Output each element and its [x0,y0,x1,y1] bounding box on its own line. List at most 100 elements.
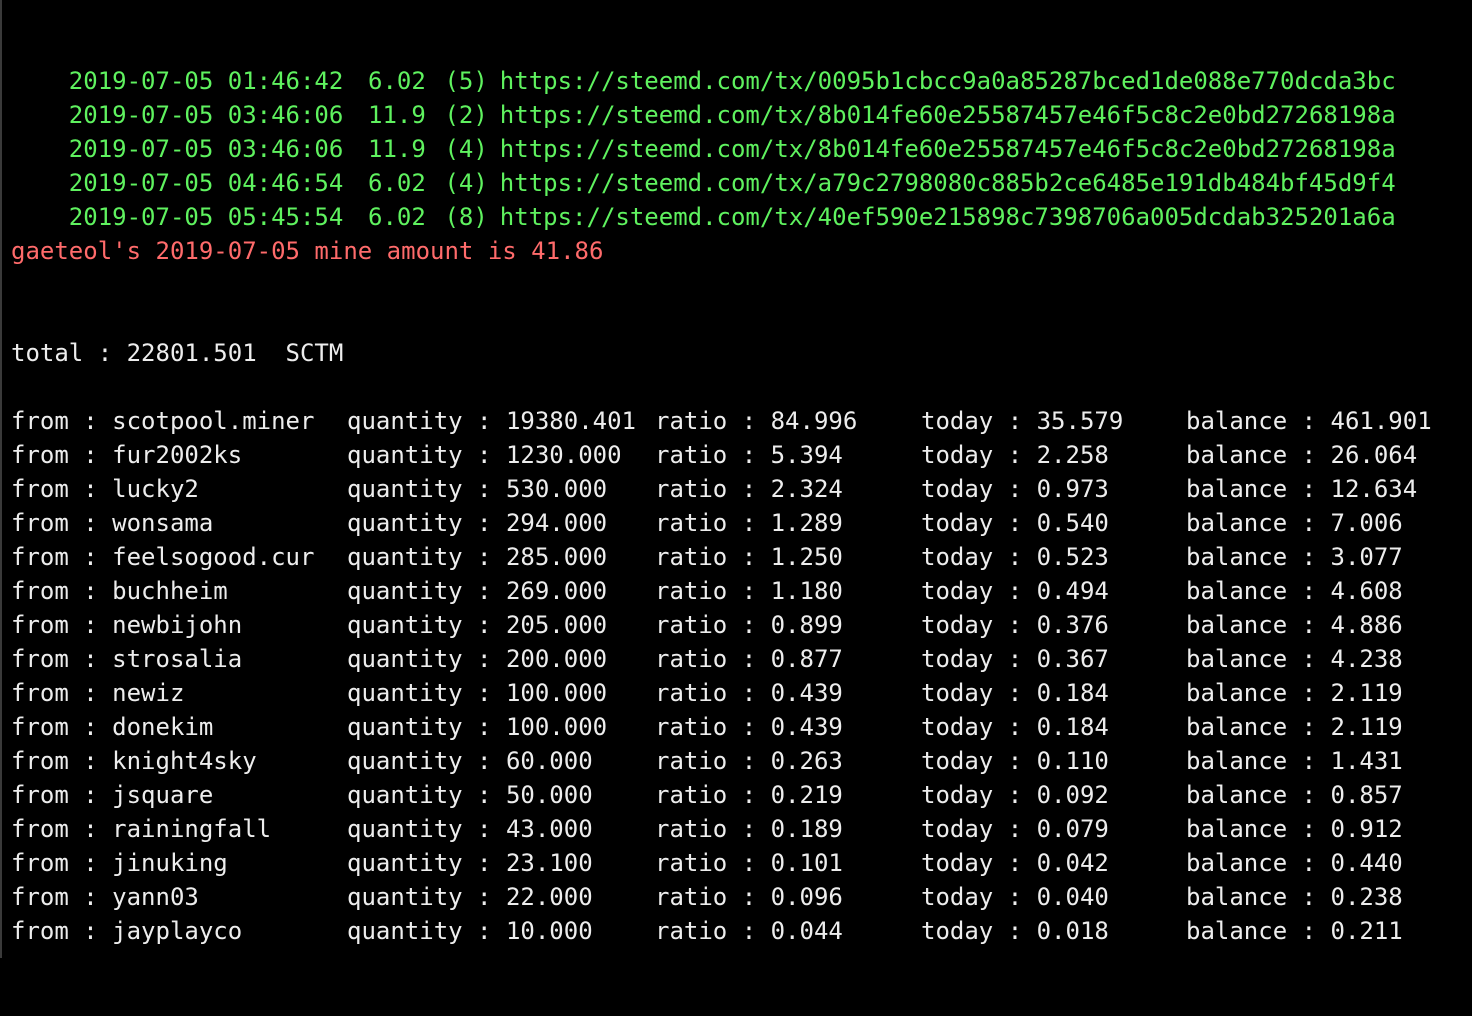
transaction-amount: 6.02 [368,203,426,231]
from-cell: from : jayplayco [11,917,243,945]
balance-cell: balance : 0.912 [1186,815,1403,843]
table-row: from : jinuking quantity : 23.100 ratio : … [11,846,1403,880]
balance-cell: balance : 0.440 [1186,849,1403,877]
today-cell: today : 0.184 [921,679,1109,707]
ratio-cell: ratio : 0.877 [655,645,843,673]
today-cell: today : 2.258 [921,441,1109,469]
transaction-link[interactable]: https://steemd.com/tx/40ef590e215898c739… [500,200,1396,234]
ratio-cell: ratio : 0.899 [655,611,843,639]
from-cell: from : newiz [11,679,185,707]
quantity-cell: quantity : 100.000 [347,713,608,741]
from-cell: from : wonsama [11,509,214,537]
quantity-cell: quantity : 43.000 [347,815,593,843]
quantity-cell: quantity : 60.000 [347,747,593,775]
quantity-cell: quantity : 100.000 [347,679,608,707]
balance-cell: balance : 4.238 [1186,645,1403,673]
quantity-cell: quantity : 269.000 [347,577,608,605]
from-cell: from : jsquare [11,781,214,809]
quantity-cell: quantity : 1230.000 [347,441,622,469]
balance-cell: balance : 0.238 [1186,883,1403,911]
quantity-cell: quantity : 200.000 [347,645,608,673]
ratio-cell: ratio : 1.250 [655,543,843,571]
table-row: from : fur2002ks quantity : 1230.000 ratio… [11,438,1417,472]
transaction-line: 2019-07-05 03:46:06 11.9 (2) https://steemd… [11,64,1396,129]
quantity-cell: quantity : 50.000 [347,781,593,809]
balance-cell: balance : 0.211 [1186,917,1403,945]
from-cell: from : feelsogood.cur [11,543,315,571]
table-row: from : jsquare quantity : 50.000 ratio : 0… [11,778,1403,812]
balance-cell: balance : 4.608 [1186,577,1403,605]
balance-cell: balance : 461.901 [1186,407,1432,435]
table-row: from : feelsogood.cur quantity : 285.000 r… [11,540,1403,574]
balance-cell: balance : 0.857 [1186,781,1403,809]
from-cell: from : donekim [11,713,214,741]
table-row: from : buchheim quantity : 269.000 ratio :… [11,574,1403,608]
table-row: from : newbijohn quantity : 205.000 ratio … [11,608,1403,642]
mine-amount-summary: gaeteol's 2019-07-05 mine amount is 41.8… [11,237,604,265]
today-cell: today : 0.973 [921,475,1109,503]
ratio-cell: ratio : 0.439 [655,679,843,707]
today-cell: today : 0.018 [921,917,1109,945]
ratio-cell: ratio : 0.044 [655,917,843,945]
table-row: from : lucky2 quantity : 530.000 ratio : 2… [11,472,1417,506]
balance-cell: balance : 26.064 [1186,441,1418,469]
ratio-cell: ratio : 2.324 [655,475,843,503]
ratio-cell: ratio : 0.101 [655,849,843,877]
transaction-line: 2019-07-05 01:46:42 6.02 (5) https://steemd… [11,30,1396,95]
quantity-cell: quantity : 19380.401 [347,407,636,435]
transaction-time: 2019-07-05 05:45:54 [68,203,344,231]
today-cell: today : 0.540 [921,509,1109,537]
ratio-cell: ratio : 0.439 [655,713,843,741]
quantity-cell: quantity : 530.000 [347,475,608,503]
from-cell: from : scotpool.miner [11,407,315,435]
ratio-cell: ratio : 0.189 [655,815,843,843]
quantity-cell: quantity : 22.000 [347,883,593,911]
ratio-cell: ratio : 1.289 [655,509,843,537]
table-row: from : newiz quantity : 100.000 ratio : 0.… [11,676,1403,710]
balance-cell: balance : 7.006 [1186,509,1403,537]
balance-cell: balance : 2.119 [1186,713,1403,741]
today-cell: today : 0.079 [921,815,1109,843]
table-row: from : yann03 quantity : 22.000 ratio : 0.… [11,880,1403,914]
balance-cell: balance : 12.634 [1186,475,1418,503]
today-cell: today : 0.040 [921,883,1109,911]
balance-cell: balance : 2.119 [1186,679,1403,707]
transaction-line: 2019-07-05 04:46:54 6.02 (4) https://steemd… [11,132,1396,197]
ratio-cell: ratio : 0.096 [655,883,843,911]
table-row: from : donekim quantity : 100.000 ratio : … [11,710,1403,744]
table-row: from : wonsama quantity : 294.000 ratio : … [11,506,1403,540]
quantity-cell: quantity : 294.000 [347,509,608,537]
today-cell: today : 0.184 [921,713,1109,741]
balance-cell: balance : 1.431 [1186,747,1403,775]
ratio-cell: ratio : 5.394 [655,441,843,469]
terminal-window: 2019-07-05 01:46:42 6.02 (5) https://steemd… [0,0,1472,958]
table-row: from : rainingfall quantity : 43.000 ratio… [11,812,1403,846]
transaction-line: 2019-07-05 03:46:06 11.9 (4) https://steemd… [11,98,1396,163]
ratio-cell: ratio : 1.180 [655,577,843,605]
today-cell: today : 0.494 [921,577,1109,605]
from-cell: from : jinuking [11,849,228,877]
quantity-cell: quantity : 205.000 [347,611,608,639]
today-cell: today : 35.579 [921,407,1124,435]
from-cell: from : lucky2 [11,475,199,503]
from-cell: from : fur2002ks [11,441,243,469]
today-cell: today : 0.367 [921,645,1109,673]
today-cell: today : 0.110 [921,747,1109,775]
quantity-cell: quantity : 285.000 [347,543,608,571]
transaction-line: 2019-07-05 05:45:54 6.02 (8) https://steemd… [11,166,1396,231]
window-edge [0,0,2,958]
from-cell: from : yann03 [11,883,199,911]
from-cell: from : knight4sky [11,747,257,775]
transaction-count: (8) [444,203,488,231]
balance-cell: balance : 3.077 [1186,543,1403,571]
today-cell: today : 0.523 [921,543,1109,571]
table-row: from : knight4sky quantity : 60.000 ratio … [11,744,1403,778]
today-cell: today : 0.092 [921,781,1109,809]
quantity-cell: quantity : 23.100 [347,849,593,877]
from-cell: from : newbijohn [11,611,243,639]
quantity-cell: quantity : 10.000 [347,917,593,945]
from-cell: from : rainingfall [11,815,272,843]
ratio-cell: ratio : 0.219 [655,781,843,809]
balance-cell: balance : 4.886 [1186,611,1403,639]
from-cell: from : strosalia [11,645,243,673]
